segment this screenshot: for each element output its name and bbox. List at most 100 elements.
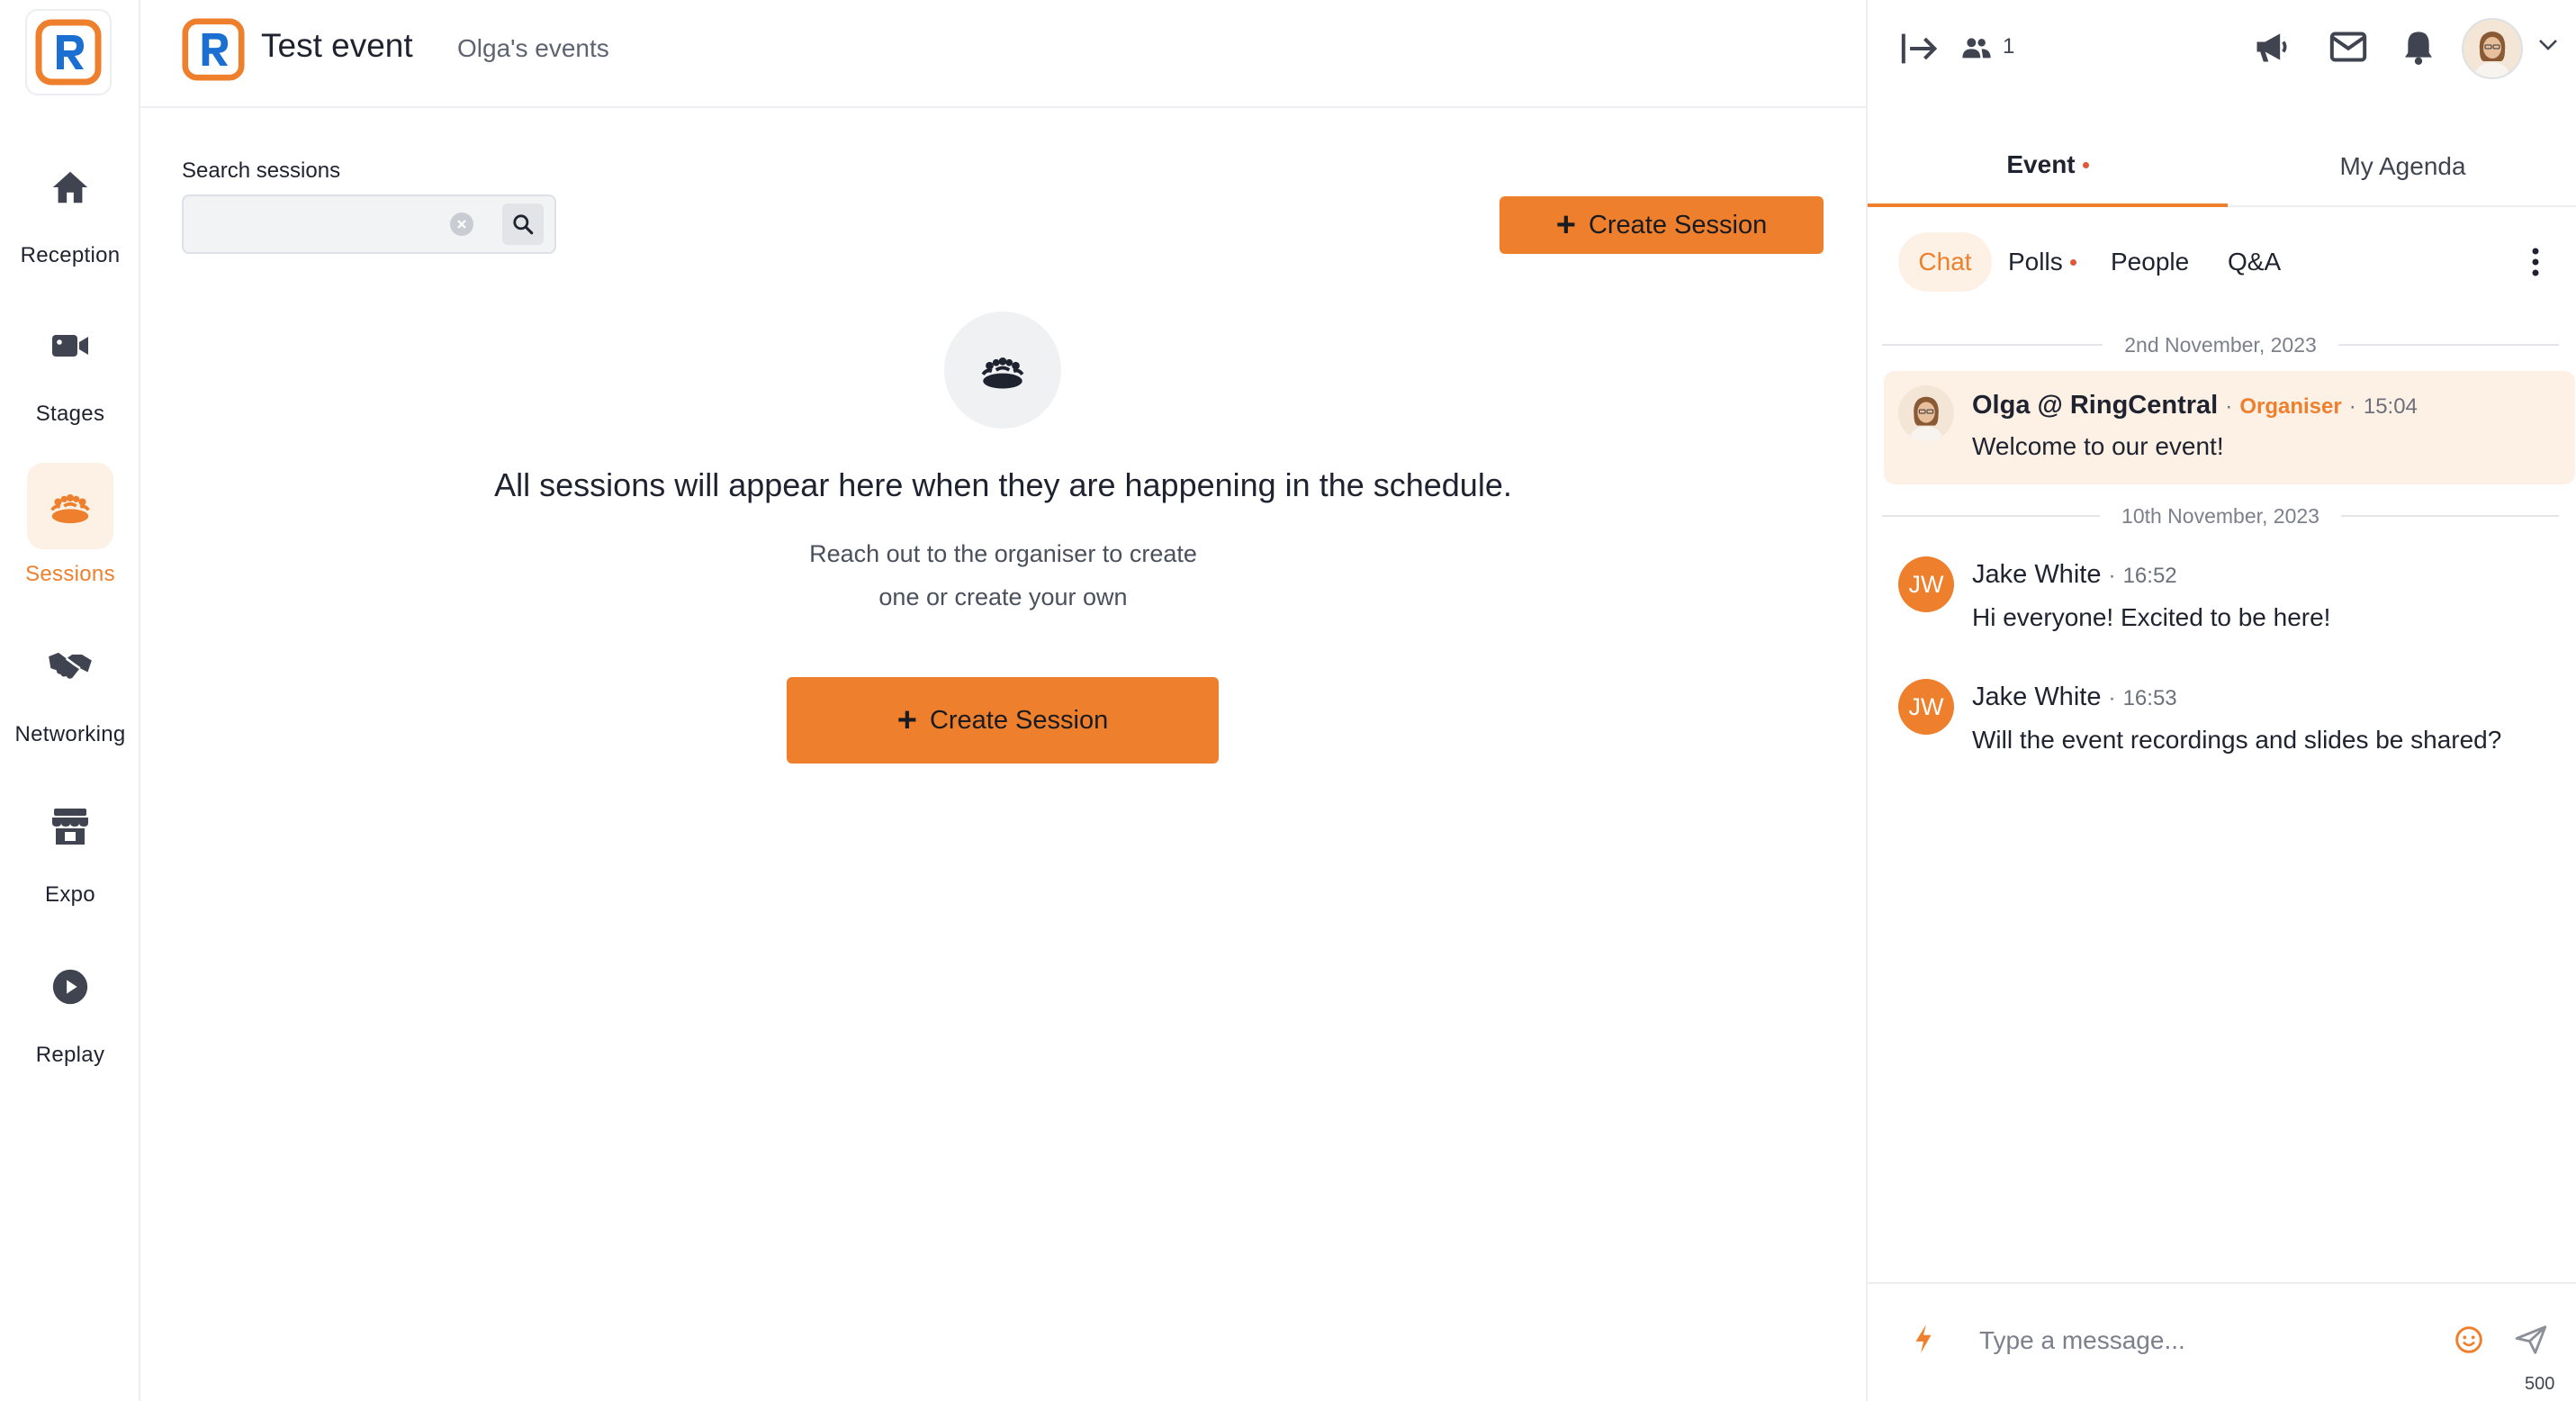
more-options-icon[interactable] <box>2519 232 2552 292</box>
tab-my-agenda[interactable]: My Agenda <box>2228 126 2576 207</box>
subtab-qa[interactable]: Q&A <box>2228 232 2281 292</box>
tab-event-label: Event <box>2006 150 2076 178</box>
event-logo[interactable] <box>182 18 245 81</box>
separator-line <box>1882 515 2101 517</box>
nav-icon-wrap <box>27 783 113 870</box>
message-author: Olga @ RingCentral · Organiser · 15:04 <box>1972 391 2418 420</box>
sessions-icon <box>981 357 1024 389</box>
nav-item-expo[interactable]: Expo <box>0 783 140 944</box>
create-session-button-center[interactable]: + Create Session <box>787 677 1219 764</box>
attendees-icon[interactable] <box>1961 34 1992 61</box>
create-session-button[interactable]: + Create Session <box>1500 196 1824 254</box>
tab-event[interactable]: Event <box>1868 126 2228 207</box>
message-author: Jake White · 16:52 <box>1972 560 2177 590</box>
app-logo[interactable] <box>25 9 112 95</box>
ringcentral-logo-icon <box>182 18 245 81</box>
emoji-icon[interactable] <box>2454 1325 2483 1354</box>
search-icon <box>513 214 534 235</box>
right-panel: 1 Event My Agenda Chat Polls People Q&A <box>1866 0 2576 1401</box>
avatar[interactable]: JW <box>1898 556 1954 612</box>
nav-label: Networking <box>14 722 126 746</box>
separator-line <box>1882 344 2103 346</box>
nav-item-stages[interactable]: Stages <box>0 303 140 463</box>
subtab-qa-label: Q&A <box>2228 248 2282 276</box>
store-icon <box>52 809 88 845</box>
meta-separator: · <box>2108 686 2116 710</box>
empty-state-icon <box>944 312 1061 429</box>
handshake-icon <box>49 652 92 679</box>
sessions-main: Search sessions + Create Session All ses… <box>140 108 1866 1401</box>
nav-label: Expo <box>45 882 95 907</box>
subtab-people[interactable]: People <box>2111 232 2189 292</box>
subtab-chat[interactable]: Chat <box>1898 232 1992 292</box>
attendee-count: 1 <box>2003 34 2015 59</box>
nav-item-networking[interactable]: Networking <box>0 623 140 783</box>
organiser-badge: Organiser <box>2239 394 2342 419</box>
bell-icon[interactable] <box>2400 27 2436 67</box>
clear-search-icon[interactable] <box>450 212 473 236</box>
nav-icon-wrap <box>27 944 113 1030</box>
avatar[interactable] <box>1898 385 1954 441</box>
message-author: Jake White · 16:53 <box>1972 682 2177 712</box>
create-session-label: Create Session <box>929 705 1109 735</box>
author-name[interactable]: Olga @ RingCentral <box>1972 391 2218 420</box>
send-icon[interactable] <box>2514 1324 2548 1356</box>
plus-icon: + <box>896 701 917 739</box>
search-box <box>182 194 556 254</box>
chevron-down-icon[interactable] <box>2537 38 2559 52</box>
unread-dot <box>2069 258 2076 266</box>
ringcentral-logo-icon <box>35 19 102 86</box>
nav-item-reception[interactable]: Reception <box>0 144 140 304</box>
search-button[interactable] <box>502 203 544 245</box>
author-name[interactable]: Jake White <box>1972 682 2101 711</box>
event-owner-link[interactable]: Olga's events <box>457 34 609 63</box>
mail-icon[interactable] <box>2328 29 2368 65</box>
empty-state-title: All sessions will appear here when they … <box>494 466 1512 503</box>
message-text: Hi everyone! Excited to be here! <box>1972 603 2331 631</box>
message-time: 15:04 <box>2363 394 2418 419</box>
message-time: 16:53 <box>2122 686 2177 710</box>
chat-message: Olga @ RingCentral · Organiser · 15:04 W… <box>1884 371 2575 484</box>
author-name[interactable]: Jake White <box>1972 560 2101 589</box>
create-session-label: Create Session <box>1588 210 1768 240</box>
message-text: Welcome to our event! <box>1972 432 2224 460</box>
date-label: 10th November, 2023 <box>2121 503 2319 528</box>
nav-item-replay[interactable]: Replay <box>0 944 140 1104</box>
empty-state-subtitle: Reach out to the organiser to create <box>809 540 1197 567</box>
video-camera-icon <box>52 335 88 357</box>
megaphone-icon[interactable] <box>2251 27 2292 67</box>
nav-icon-wrap <box>27 144 113 230</box>
search-label: Search sessions <box>182 158 341 183</box>
nav-label: Reception <box>20 243 121 267</box>
home-icon <box>52 171 88 203</box>
sessions-icon <box>50 493 90 524</box>
message-time: 16:52 <box>2122 564 2177 588</box>
tab-agenda-label: My Agenda <box>2339 152 2466 180</box>
nav-item-sessions[interactable]: Sessions <box>0 463 140 623</box>
lightning-icon[interactable] <box>1913 1324 1934 1354</box>
date-separator: 2nd November, 2023 <box>1882 331 2560 358</box>
subtab-people-label: People <box>2111 248 2190 276</box>
message-input[interactable] <box>1979 1320 2447 1361</box>
play-circle-icon <box>52 969 88 1005</box>
message-text: Will the event recordings and slides be … <box>1972 726 2502 754</box>
nav-label: Stages <box>35 402 105 426</box>
panel-tabs: Event My Agenda <box>1868 126 2576 207</box>
empty-state-subtitle: one or create your own <box>878 583 1128 610</box>
panel-header: 1 <box>1868 0 2576 99</box>
event-title: Test event <box>261 27 413 64</box>
meta-separator: · <box>2108 564 2116 588</box>
nav-icon-wrap <box>27 623 113 710</box>
date-separator: 10th November, 2023 <box>1882 502 2559 529</box>
search-input[interactable] <box>184 196 454 252</box>
subtab-chat-label: Chat <box>1918 248 1972 276</box>
nav-icon-wrap <box>27 463 113 549</box>
separator-line <box>2340 515 2559 517</box>
avatar[interactable]: JW <box>1898 679 1954 735</box>
character-count: 500 <box>2525 1374 2555 1394</box>
subtab-polls[interactable]: Polls <box>2008 232 2076 292</box>
date-label: 2nd November, 2023 <box>2124 332 2317 357</box>
message-composer: 500 <box>1868 1282 2576 1401</box>
collapse-panel-icon[interactable] <box>1900 31 1940 67</box>
user-avatar[interactable] <box>2462 18 2523 79</box>
